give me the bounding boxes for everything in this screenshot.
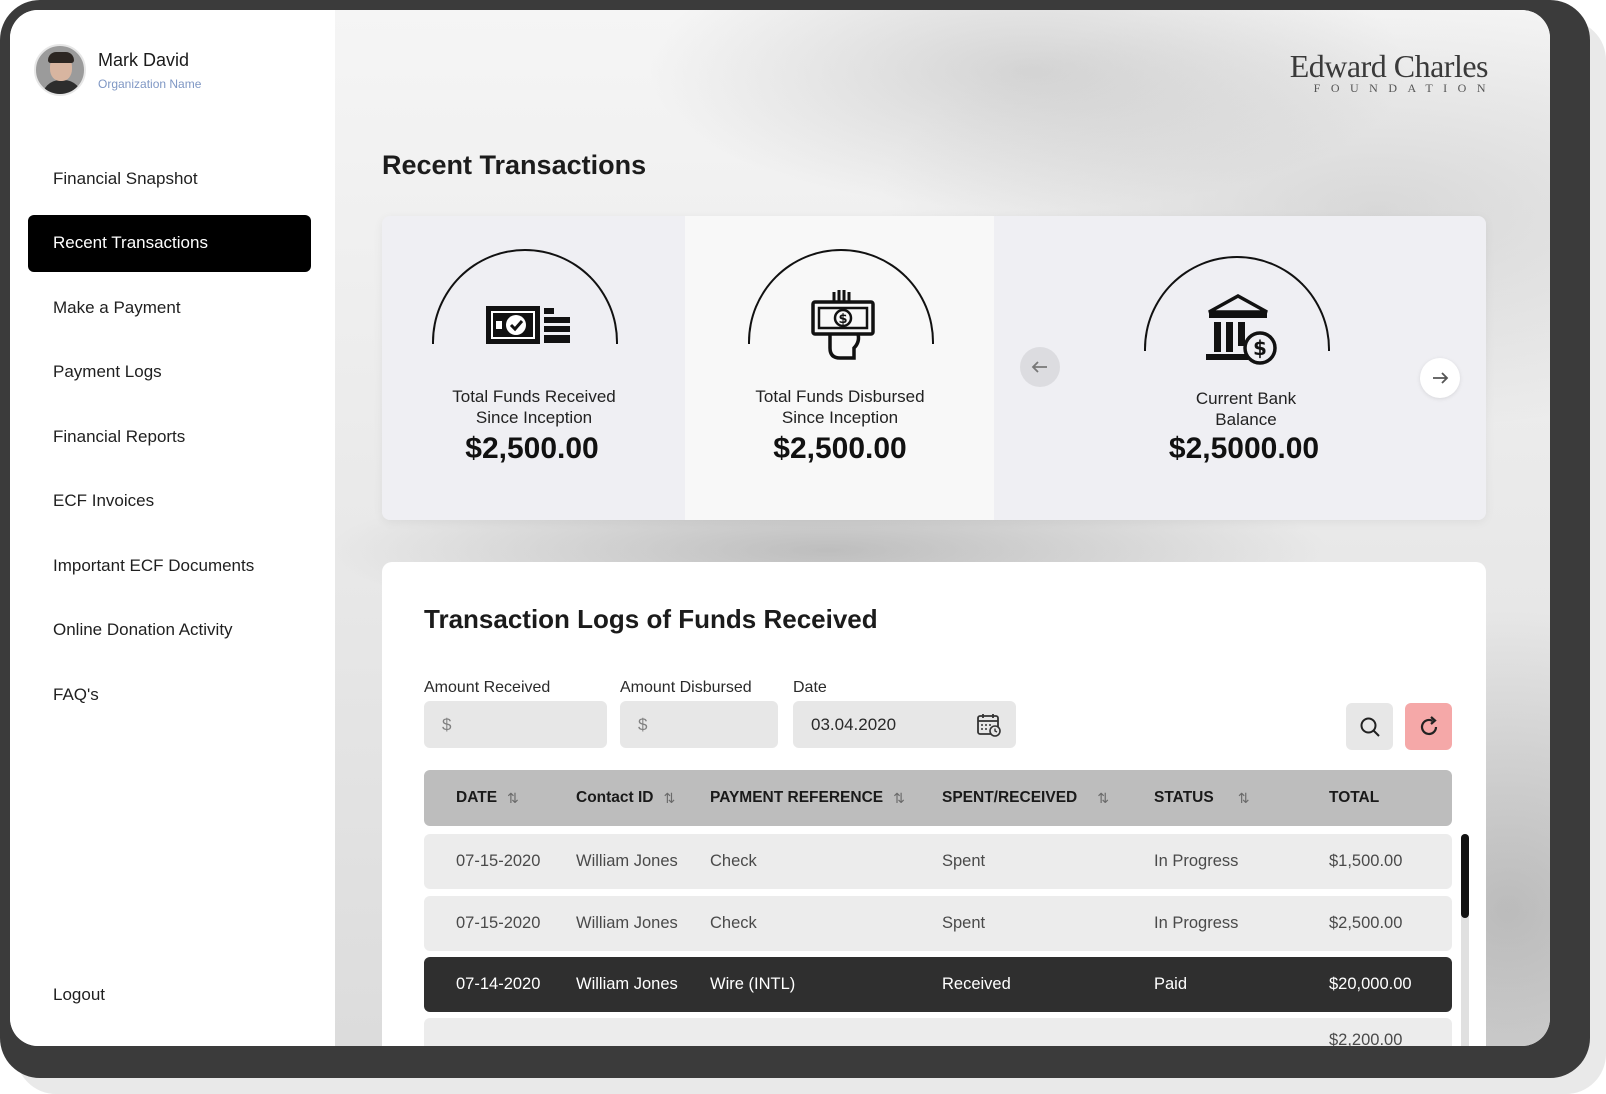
carousel-prev-button[interactable] (1020, 347, 1060, 387)
column-contact-id[interactable]: Contact ID ⇅ (576, 770, 675, 826)
cell-total: $2,500.00 (1329, 914, 1403, 932)
stats-carousel: Total Funds Received Since Inception $2,5… (382, 216, 1486, 520)
cell-reference: Wire (INTL) (710, 975, 796, 993)
cash-check-icon (486, 306, 570, 344)
sidebar-item-payment-logs[interactable]: Payment Logs (28, 344, 311, 401)
cell-type: Spent (942, 852, 986, 870)
cell-total: $2,200.00 (1329, 1031, 1403, 1046)
refresh-icon (1420, 715, 1437, 735)
table-row[interactable]: $2,200.00 (424, 1018, 1452, 1046)
refresh-button[interactable] (1405, 703, 1452, 750)
cell-type: Spent (942, 914, 986, 932)
column-spent-received[interactable]: SPENT/RECEIVED ⇅ (942, 770, 1109, 826)
stat-value-funds-disbursed: $2,500.00 (773, 432, 907, 465)
stat-card-bank-balance: $ Current Bank Balance $2,5000.00 (994, 216, 1486, 520)
sort-icon[interactable]: ⇅ (1097, 790, 1109, 807)
cell-total: $1,500.00 (1329, 852, 1403, 870)
table-row[interactable]: 07-15-2020 William Jones Check Spent In … (424, 896, 1452, 951)
amount-received-label: Amount Received (424, 679, 551, 696)
cell-date: 07-14-2020 (456, 975, 541, 993)
bank-dollar-icon: $ (1206, 294, 1277, 365)
logo-main-text: Edward Charles (1289, 48, 1489, 84)
table-scrollbar[interactable] (1461, 834, 1469, 1046)
panel-title: Transaction Logs of Funds Received (424, 604, 878, 634)
cell-status: In Progress (1154, 914, 1239, 932)
foundation-logo: Edward Charles FOUNDATION (1289, 48, 1489, 96)
calendar-icon[interactable] (976, 712, 1002, 738)
table-header: DATE ⇅ Contact ID ⇅ PAYMENT REFERENCE ⇅ SPE… (424, 770, 1452, 826)
sort-icon[interactable]: ⇅ (1238, 790, 1250, 807)
amount-disbursed-input[interactable]: $ (620, 701, 778, 748)
logo-sub-text: FOUNDATION (1313, 81, 1496, 95)
organization-name: Organization Name (98, 76, 202, 91)
cell-reference: Check (710, 852, 757, 870)
search-icon (1360, 717, 1380, 737)
cell-date: 07-15-2020 (456, 914, 541, 932)
sidebar-item-make-a-payment[interactable]: Make a Payment (28, 279, 311, 336)
carousel-next-button[interactable] (1420, 358, 1460, 398)
cell-status: Paid (1154, 975, 1188, 993)
amount-disbursed-placeholder: $ (638, 714, 648, 734)
transaction-logs-panel: Transaction Logs of Funds Received Amoun… (382, 562, 1486, 1046)
stat-label-funds-disbursed: Total Funds Disbursed Since Inception (755, 387, 925, 427)
sort-icon[interactable]: ⇅ (507, 790, 519, 807)
avatar (34, 44, 86, 96)
cell-total: $20,000.00 (1329, 975, 1412, 993)
app-screen: Mark David Organization Name Financial S… (10, 10, 1550, 1046)
sidebar-item-ecf-invoices[interactable]: ECF Invoices (28, 473, 311, 530)
column-status[interactable]: STATUS ⇅ (1154, 770, 1249, 826)
sidebar-item-recent-transactions[interactable]: Recent Transactions (28, 214, 311, 272)
sidebar-item-online-donation-activity[interactable]: Online Donation Activity (28, 602, 311, 659)
stat-label-bank-balance: Current Bank Balance (1195, 389, 1297, 429)
cell-date: 07-15-2020 (456, 852, 541, 870)
column-total[interactable]: TOTAL (1329, 770, 1379, 826)
sidebar-item-financial-snapshot[interactable]: Financial Snapshot (28, 150, 311, 207)
stat-value-bank-balance: $2,5000.00 (1168, 432, 1320, 465)
stat-label-funds-received: Total Funds Received Since Inception (452, 387, 616, 427)
column-date[interactable]: DATE ⇅ (456, 770, 519, 826)
arrow-right-icon (1433, 372, 1449, 384)
svg-text:$: $ (1253, 336, 1267, 360)
amount-received-placeholder: $ (442, 714, 452, 734)
cell-contact: William Jones (576, 852, 678, 870)
amount-received-input[interactable]: $ (424, 701, 607, 748)
date-label: Date (793, 679, 827, 696)
user-profile[interactable]: Mark David Organization Name (34, 44, 201, 96)
sort-icon[interactable]: ⇅ (893, 790, 905, 807)
sort-icon[interactable]: ⇅ (664, 790, 676, 807)
stat-card-funds-disbursed: $ Total Funds Disbursed Since Inception $… (685, 216, 994, 520)
hand-cash-icon: $ (811, 290, 875, 360)
sidebar-item-faqs[interactable]: FAQ's (28, 666, 311, 723)
search-button[interactable] (1346, 703, 1393, 750)
sidebar-item-financial-reports[interactable]: Financial Reports (28, 408, 311, 465)
sidebar: Mark David Organization Name Financial S… (10, 10, 335, 1046)
page-title: Recent Transactions (382, 150, 647, 180)
user-name: Mark David (98, 49, 190, 70)
table-row[interactable]: 07-15-2020 William Jones Check Spent In … (424, 834, 1452, 889)
sidebar-nav: Financial Snapshot Recent Transactions M… (28, 150, 311, 731)
cell-status: In Progress (1154, 852, 1239, 870)
date-input[interactable]: 03.04.2020 (793, 701, 1016, 748)
cell-reference: Check (710, 914, 757, 932)
stat-card-funds-received: Total Funds Received Since Inception $2,5… (382, 216, 685, 520)
date-value: 03.04.2020 (811, 714, 897, 734)
column-payment-reference[interactable]: PAYMENT REFERENCE ⇅ (710, 770, 905, 826)
cell-contact: William Jones (576, 914, 678, 932)
table-row-selected[interactable]: 07-14-2020 William Jones Wire (INTL) Rec… (424, 957, 1452, 1012)
cell-contact: William Jones (576, 975, 678, 993)
cell-type: Received (942, 975, 1011, 993)
arrow-left-icon (1031, 361, 1047, 373)
svg-text:$: $ (838, 312, 847, 327)
logout-link[interactable]: Logout (53, 985, 105, 1005)
stat-value-funds-received: $2,500.00 (465, 432, 599, 465)
scrollbar-thumb[interactable] (1461, 834, 1469, 918)
sidebar-item-important-ecf-documents[interactable]: Important ECF Documents (28, 537, 311, 594)
amount-disbursed-label: Amount Disbursed (620, 679, 752, 696)
